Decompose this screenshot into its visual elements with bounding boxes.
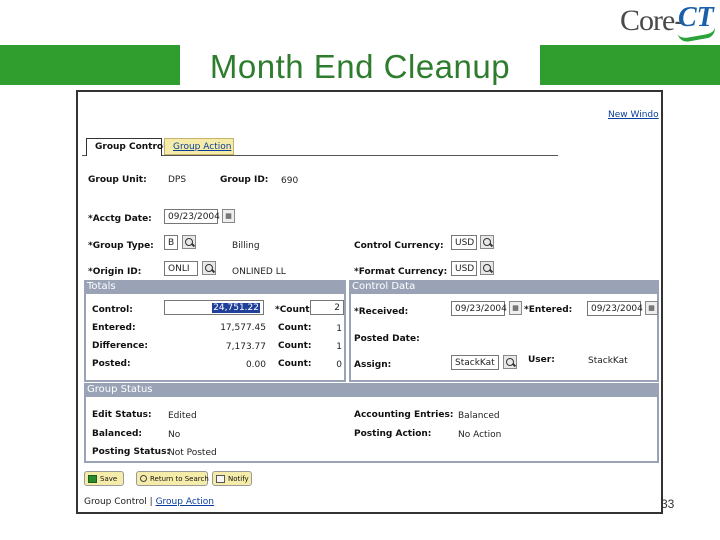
calendar-icon[interactable]: ▦ xyxy=(222,209,235,223)
control-currency-lookup-icon[interactable] xyxy=(480,235,494,249)
entered-count: 1 xyxy=(336,324,342,334)
difference-label: Difference: xyxy=(92,341,148,351)
origin-id-description: ONLINED LL xyxy=(232,267,286,277)
slide-number: 33 xyxy=(661,497,675,511)
entered-date-input[interactable]: 09/23/2004 xyxy=(587,301,643,316)
group-type-lookup-icon[interactable] xyxy=(182,235,196,249)
origin-id-input[interactable]: ONLI xyxy=(164,261,198,276)
control-data-header: Control Data xyxy=(349,280,659,294)
user-value: StackKat xyxy=(588,356,628,366)
group-id-value: 690 xyxy=(281,176,299,186)
group-status-header: Group Status xyxy=(84,383,659,397)
entered-label: Entered: xyxy=(92,323,136,333)
footer-separator: | xyxy=(146,497,156,507)
origin-id-lookup-icon[interactable] xyxy=(202,261,216,275)
received-label: *Received: xyxy=(354,307,409,317)
entered-calendar-icon[interactable]: ▦ xyxy=(645,301,658,315)
totals-header: Totals xyxy=(84,280,346,294)
edit-status-value: Edited xyxy=(168,411,197,421)
accounting-entries-value: Balanced xyxy=(458,411,500,421)
group-type-label: *Group Type: xyxy=(88,241,154,251)
footer-link-group-action[interactable]: Group Action xyxy=(156,497,214,507)
save-button[interactable]: Save xyxy=(84,471,124,486)
balanced-value: No xyxy=(168,430,181,440)
group-type-description: Billing xyxy=(232,241,260,251)
application-window: New Windo Group Control Group Action Gro… xyxy=(76,90,663,514)
group-id-label: Group ID: xyxy=(220,175,269,185)
acctg-date-input[interactable]: 09/23/2004 xyxy=(164,209,220,224)
format-currency-input[interactable]: USD xyxy=(451,261,477,276)
save-button-label: Save xyxy=(100,475,118,483)
notify-button[interactable]: Notify xyxy=(212,471,252,486)
control-amount-value: 24,751.22 xyxy=(212,303,260,313)
control-amount-input[interactable]: 24,751.22 xyxy=(164,300,264,315)
posted-count: 0 xyxy=(336,360,342,370)
user-label: User: xyxy=(528,355,555,365)
core-ct-logo: Core- CT xyxy=(620,2,720,44)
posting-status-label: Posting Status: xyxy=(92,447,171,457)
control-count-label: *Count: xyxy=(275,305,314,315)
posted-label: Posted: xyxy=(92,359,131,369)
control-count-input[interactable]: 2 xyxy=(310,300,344,315)
logo-text: Core- xyxy=(620,4,684,37)
group-type-input[interactable]: B xyxy=(164,235,178,250)
posted-count-label: Count: xyxy=(278,359,312,369)
return-to-search-button[interactable]: Return to Search xyxy=(136,471,209,486)
tab-group-control[interactable]: Group Control xyxy=(86,138,166,156)
posting-status-value: Not Posted xyxy=(168,448,217,458)
control-label: Control: xyxy=(92,305,133,315)
received-calendar-icon[interactable]: ▦ xyxy=(509,301,522,315)
control-currency-label: Control Currency: xyxy=(354,241,444,251)
posting-action-label: Posting Action: xyxy=(354,429,432,439)
footer-tab-links: Group Control | Group Action xyxy=(84,497,214,507)
posted-amount: 0.00 xyxy=(245,360,266,370)
entered-date-label: *Entered: xyxy=(524,305,573,315)
notify-icon xyxy=(216,475,225,483)
format-currency-label: *Format Currency: xyxy=(354,267,448,277)
acctg-date-label: *Acctg Date: xyxy=(88,214,152,224)
posting-action-value: No Action xyxy=(458,430,502,440)
tab-group-action[interactable]: Group Action xyxy=(164,138,234,155)
new-window-link[interactable]: New Windo xyxy=(608,110,659,120)
difference-count: 1 xyxy=(336,342,342,352)
edit-status-label: Edit Status: xyxy=(92,410,152,420)
difference-amount: 7,173.77 xyxy=(225,342,266,352)
footer-link-group-control[interactable]: Group Control xyxy=(84,497,147,507)
assign-lookup-icon[interactable] xyxy=(503,355,517,369)
slide-title: Month End Cleanup xyxy=(209,48,511,85)
notify-button-label: Notify xyxy=(228,475,249,483)
balanced-label: Balanced: xyxy=(92,429,142,439)
save-icon xyxy=(88,475,97,483)
accounting-entries-label: Accounting Entries: xyxy=(354,410,454,420)
control-currency-input[interactable]: USD xyxy=(451,235,477,250)
origin-id-label: *Origin ID: xyxy=(88,267,142,277)
difference-count-label: Count: xyxy=(278,341,312,351)
group-unit-value: DPS xyxy=(168,175,187,185)
return-to-search-label: Return to Search xyxy=(150,475,209,483)
received-date-input[interactable]: 09/23/2004 xyxy=(451,301,507,316)
posted-date-label: Posted Date: xyxy=(354,334,420,344)
entered-count-label: Count: xyxy=(278,323,312,333)
assign-input[interactable]: StackKat xyxy=(451,355,499,370)
assign-label: Assign: xyxy=(354,360,392,370)
search-icon xyxy=(140,475,147,482)
format-currency-lookup-icon[interactable] xyxy=(480,261,494,275)
entered-amount: 17,577.45 xyxy=(220,323,266,333)
group-unit-label: Group Unit: xyxy=(88,175,147,185)
